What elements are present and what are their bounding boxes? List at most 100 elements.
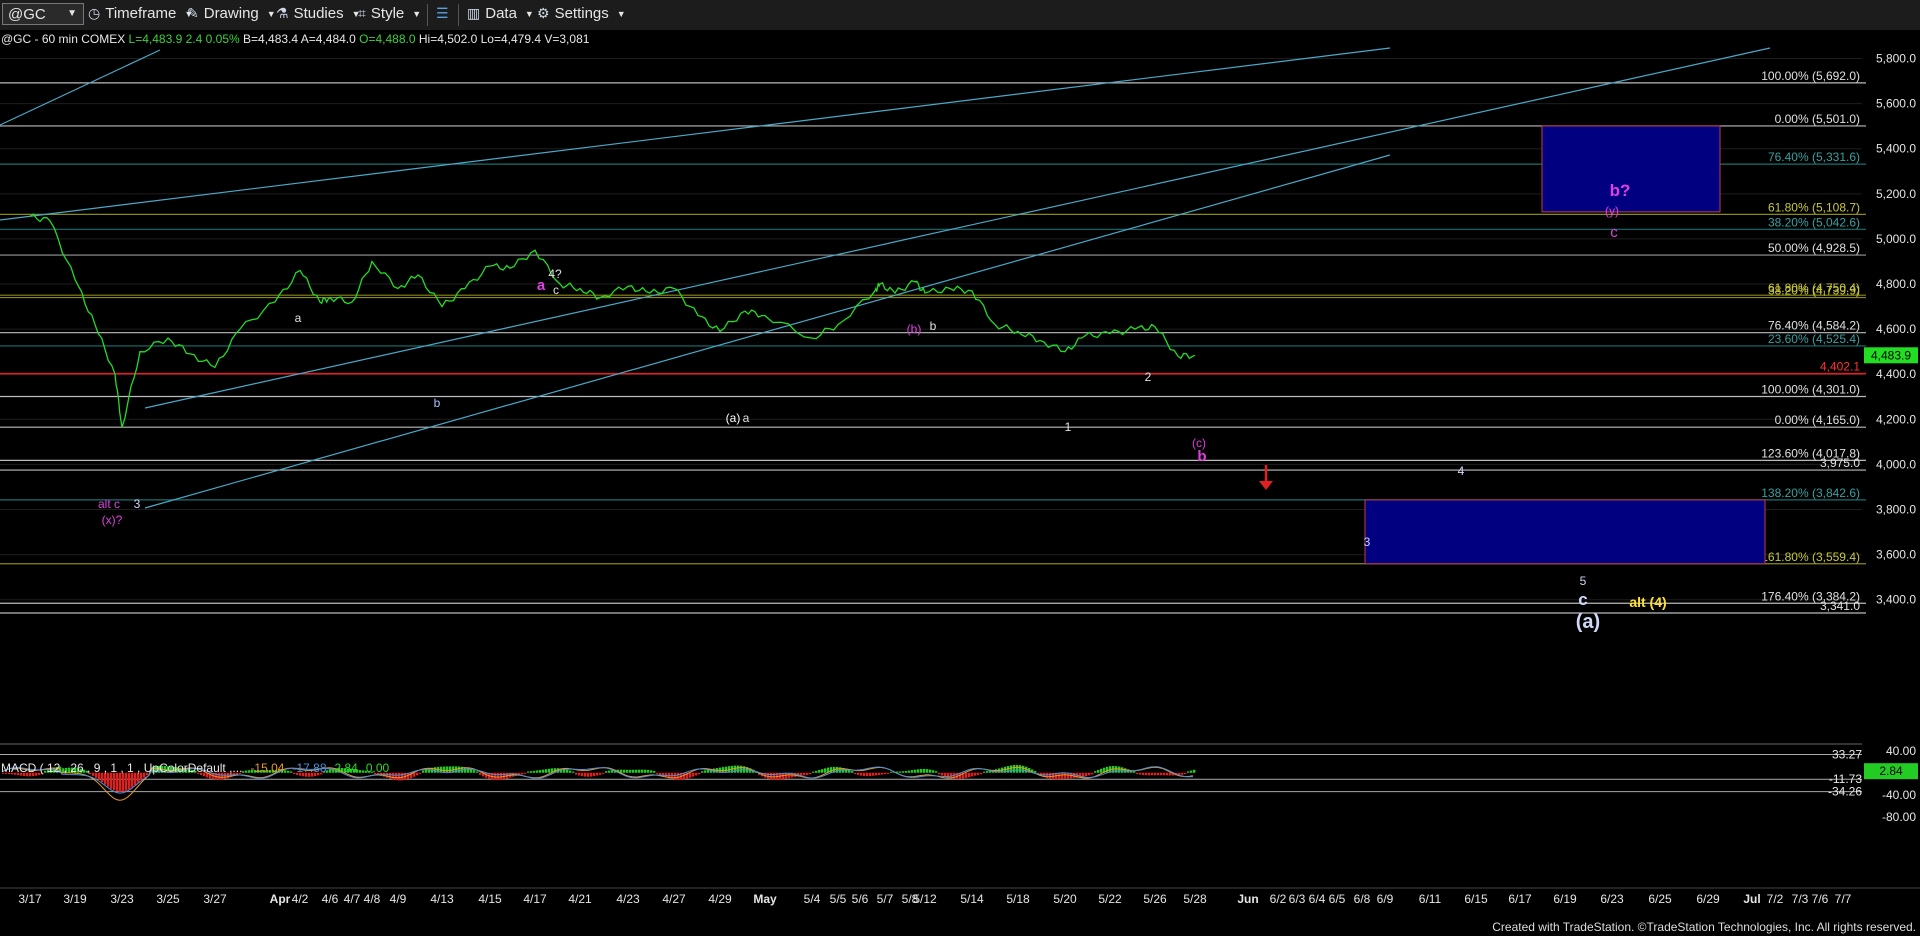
y-tick-label: 4,600.0	[1876, 322, 1916, 336]
macd-histogram-bar	[119, 772, 122, 792]
macd-histogram-bar	[935, 771, 938, 773]
macd-histogram-bar	[971, 772, 974, 777]
macd-histogram-bar	[644, 769, 647, 773]
macd-histogram-bar	[626, 769, 629, 773]
macd-histogram-bar	[911, 770, 914, 773]
wave-label: a	[537, 277, 546, 294]
x-tick-label: 4/27	[662, 892, 686, 906]
x-tick-label: 4/9	[390, 892, 407, 906]
x-tick-label: 5/6	[852, 892, 869, 906]
y-tick-label: 4,000.0	[1876, 457, 1916, 471]
chevron-down-icon: ▼	[266, 8, 276, 19]
timeframe-label: Timeframe	[105, 5, 177, 22]
macd-histogram-bar	[860, 772, 863, 776]
macd-histogram-bar	[1106, 766, 1109, 773]
macd-histogram-bar	[1193, 769, 1196, 773]
wave-label: alt (4)	[1629, 594, 1666, 610]
macd-histogram-bar	[836, 766, 839, 773]
macd-histogram-bar	[767, 772, 770, 779]
drawing-menu[interactable]: ✎ Drawing ▼	[187, 5, 276, 22]
bar-chart-icon: ▥	[467, 5, 481, 21]
macd-histogram-bar	[596, 772, 599, 776]
macd-histogram-bar	[857, 772, 860, 775]
macd-histogram-bar	[587, 772, 590, 777]
last-price-label: 4,483.9	[1871, 348, 1911, 362]
x-tick-label: 7/6	[1812, 892, 1829, 906]
chevron-down-icon: ▼	[67, 8, 77, 19]
macd-zero-value: 0.00	[366, 761, 390, 775]
macd-histogram-bar	[1157, 772, 1160, 776]
wave-label: a	[743, 411, 750, 425]
style-icon: ⌗	[358, 5, 366, 21]
macd-histogram-bar	[599, 772, 602, 775]
x-tick-label: 4/29	[708, 892, 732, 906]
y-tick-label: 4,400.0	[1876, 367, 1916, 381]
x-tick-label: 4/21	[568, 892, 592, 906]
style-menu[interactable]: ⌗ Style ▼	[358, 5, 421, 22]
macd-histogram-bar	[641, 769, 644, 773]
macd-title: MACD ( 12 , 26 , 9 , 1 , 1 , UpColorDefa…	[1, 761, 242, 775]
macd-histogram-bar	[623, 769, 626, 773]
macd-histogram-bar	[545, 769, 548, 773]
wave-label: c	[1610, 224, 1618, 241]
macd-histogram-bar	[677, 772, 680, 781]
price-axis: 5,800.0 5,600.0 5,400.0 5,200.0 5,000.0 4,800…	[1864, 52, 1918, 607]
macd-histogram-bar	[392, 772, 395, 780]
macd-histogram-bar	[1022, 765, 1025, 773]
macd-histogram-bar	[401, 772, 404, 781]
data-menu[interactable]: ▥ Data ▼	[467, 5, 534, 22]
macd-histogram-bar	[914, 769, 917, 773]
macd-histogram-bar	[740, 765, 743, 773]
macd-histogram-bar	[359, 770, 362, 773]
macd-histogram-bar	[1115, 766, 1118, 773]
macd-histogram-bar	[866, 772, 869, 777]
macd-histogram-bar	[698, 772, 701, 775]
macd-histogram-bar	[1094, 771, 1097, 773]
x-tick-label: 7/3	[1792, 892, 1809, 906]
x-tick-label: 5/12	[913, 892, 937, 906]
layout-button[interactable]: ☰	[436, 5, 449, 22]
macd-histogram-bar	[902, 771, 905, 773]
x-tick-label: 5/28	[1183, 892, 1207, 906]
timeframe-menu[interactable]: ◷ Timeframe ▼	[88, 5, 193, 22]
y-tick-label: 4,200.0	[1876, 412, 1916, 426]
fib-level-label: 76.40% (5,331.6)	[1768, 150, 1860, 164]
macd-histogram-bar	[389, 772, 392, 779]
x-tick-label: 4/17	[523, 892, 547, 906]
macd-histogram-bar	[548, 768, 551, 773]
x-tick-label: 4/23	[616, 892, 640, 906]
macd-histogram-bar	[287, 770, 290, 773]
chevron-down-icon: ▼	[616, 8, 626, 19]
macd-histogram-bar	[917, 769, 920, 773]
macd-histogram-bar	[476, 771, 479, 773]
macd-histogram-bar	[986, 771, 989, 773]
macd-histogram-bar	[530, 771, 533, 773]
y-tick-label: 5,600.0	[1876, 97, 1916, 111]
studies-label: Studies	[293, 5, 344, 22]
x-tick-label: 5/18	[1006, 892, 1030, 906]
x-tick-label: May	[753, 892, 777, 906]
macd-histogram-bar	[1166, 772, 1169, 776]
price-chart[interactable]: 100.00% (5,692.0) 0.00% (5,501.0) 76.40% (…	[0, 30, 1920, 920]
wave-label: 1	[1065, 420, 1072, 434]
symbol-selector[interactable]: @GC ▼	[2, 3, 84, 25]
macd-histogram-bar	[446, 766, 449, 773]
macd-histogram-bar	[416, 772, 419, 776]
macd-histogram-bar	[809, 772, 812, 775]
settings-menu[interactable]: ⚙ Settings ▼	[537, 5, 626, 22]
x-tick-label: Apr	[270, 892, 291, 906]
toolbar: @GC ▼ ◷ Timeframe ▼ ✎ Drawing ▼ ⚗ Studie…	[0, 0, 1920, 30]
macd-histogram-bar	[1121, 767, 1124, 773]
macd-histogram-bar	[422, 770, 425, 773]
wave-label: 2	[1145, 370, 1152, 384]
macd-last-label: 2.84	[1879, 764, 1903, 778]
macd-histogram-bar	[113, 772, 116, 791]
macd-histogram-bar	[1100, 768, 1103, 773]
wave-label: (x)?	[102, 513, 123, 527]
wave-label: 3	[134, 497, 141, 511]
macd-histogram-bar	[542, 769, 545, 773]
macd-axis-value: 33.27	[1832, 747, 1862, 761]
toolbar-divider	[458, 4, 459, 26]
toolbar-divider	[427, 4, 428, 26]
studies-menu[interactable]: ⚗ Studies ▼	[276, 5, 361, 22]
